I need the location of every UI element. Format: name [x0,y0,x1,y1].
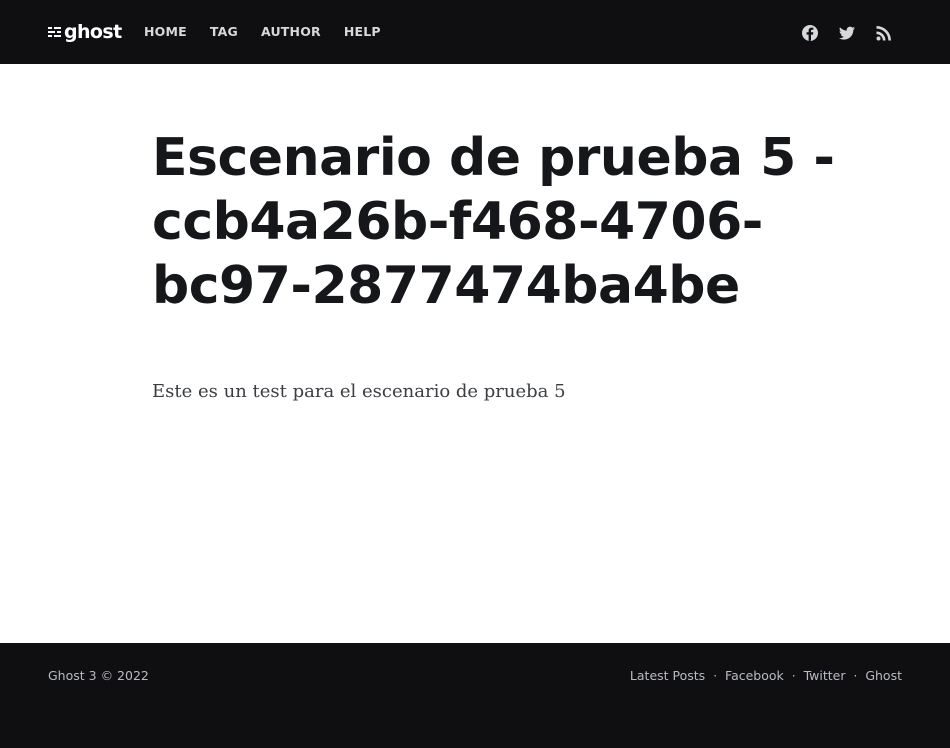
footer-link-ghost[interactable]: Ghost [865,668,902,683]
logo-text: ghost [64,20,122,43]
social-links [801,24,893,42]
footer-nav: Latest Posts · Facebook · Twitter · Ghos… [630,668,902,683]
facebook-link[interactable] [801,24,819,42]
nav-item-home[interactable]: HOME [144,23,187,41]
rss-icon [876,26,891,41]
footer-separator: · [853,668,858,683]
footer-copyright: Ghost 3 © 2022 [48,668,149,683]
footer-link-latest-posts[interactable]: Latest Posts [630,668,705,683]
twitter-link[interactable] [838,24,856,42]
post-content: Este es un test para el escenario de pru… [152,381,566,402]
footer-separator: · [791,668,796,683]
nav-item-tag[interactable]: TAG [210,23,238,41]
twitter-icon [839,26,855,40]
footer-link-facebook[interactable]: Facebook [725,668,784,683]
site-footer: Ghost 3 © 2022 Latest Posts · Facebook ·… [0,643,950,748]
footer-separator: · [713,668,718,683]
post-title: Escenario de prueba 5 - ccb4a26b-f468-47… [152,128,835,316]
ghost-logo-icon [48,27,61,37]
rss-link[interactable] [875,24,893,42]
footer-link-twitter[interactable]: Twitter [804,668,846,683]
site-header: ghost HOME TAG AUTHOR HELP [0,0,950,64]
facebook-icon [802,25,818,41]
nav-item-help[interactable]: HELP [344,23,381,41]
main-nav: HOME TAG AUTHOR HELP [144,23,404,41]
nav-item-author[interactable]: AUTHOR [261,23,321,41]
ghost-logo-link[interactable]: ghost [48,19,122,45]
